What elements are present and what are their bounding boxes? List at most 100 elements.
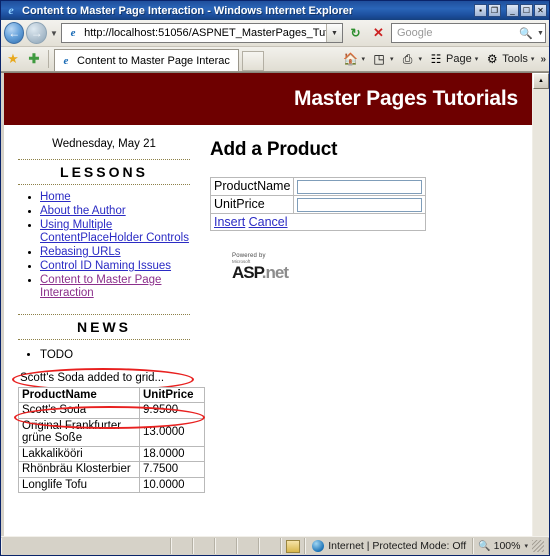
zoom-control[interactable]: 🔍 100% ▾ [473,538,549,554]
tab-favicon-icon: e [63,54,69,67]
window-controls: ▪ ❐ _ ☐ ✕ [474,4,547,17]
cell-product-name: Scott's Soda [18,402,140,419]
lessons-heading: LESSONS [18,159,190,185]
current-date: Wednesday, May 21 [52,138,156,150]
home-button[interactable]: 🏠 ▾ [340,49,368,69]
page-viewport: Master Pages Tutorials Wednesday, May 21… [1,72,549,536]
status-pane-1 [171,538,194,554]
printer-icon: ⎙ [402,51,413,66]
table-row: Original Frankfurter grüne Soße 13.0000 [18,417,205,447]
lesson-link-about-the-author[interactable]: About the Author [40,205,126,217]
list-item: Content to Master Page Interaction [40,274,190,300]
page-caret-icon[interactable]: ▾ [474,55,480,63]
form-commands-cell: Insert Cancel [209,212,427,231]
browser-window: e Content to Master Page Interaction - W… [0,0,550,556]
favorites-star-icon[interactable]: ★ [4,51,22,67]
lesson-link-rebasing-urls[interactable]: Rebasing URLs [40,246,121,258]
page-icon: ☷ [430,52,442,66]
cell-unit-price: 7.7500 [139,461,205,478]
close-button[interactable]: ✕ [534,4,547,17]
status-bar: Internet | Protected Mode: Off 🔍 100% ▾ [1,536,549,555]
lesson-link-home[interactable]: Home [40,191,71,203]
insert-product-form: ProductName UnitPrice Insert Cancel [209,177,427,231]
grid-alert-message: Scott's Soda added to grid... [12,368,194,391]
lesson-link-using-multiple-contentplaceholder-controls[interactable]: Using Multiple ContentPlaceHolder Contro… [40,219,189,244]
page-menu-label: Page [446,53,472,65]
field-cell-unitprice [293,194,427,214]
list-item: Home [40,191,190,204]
add-favorite-icon[interactable]: ✚ [25,51,43,67]
scrollbar-track[interactable] [533,89,549,536]
lessons-list: Home About the Author Using Multiple Con… [18,191,190,300]
lesson-link-control-id-naming-issues[interactable]: Control ID Naming Issues [40,260,171,272]
address-dropdown-icon[interactable]: ▼ [325,24,342,42]
address-input[interactable]: e http://localhost:51056/ASPNET_MasterPa… [61,23,343,43]
productname-input[interactable] [297,179,423,194]
cell-unit-price: 10.0000 [139,476,205,493]
insert-link[interactable]: Insert [214,215,245,229]
cancel-link[interactable]: Cancel [249,215,288,229]
ie-logo-icon: e [8,3,14,17]
cell-unit-price: 9.9500 [139,402,205,419]
search-dropdown-icon[interactable]: ▼ [536,30,545,37]
table-row: Rhönbräu Klosterbier 7.7500 [18,461,205,478]
minimize-button[interactable]: _ [506,4,519,17]
status-pane-2 [193,538,216,554]
refresh-icon: ↻ [350,26,361,40]
label-productname: ProductName [209,177,295,196]
table-row: Lakkalikööri 18.0000 [18,445,205,462]
site-banner: Master Pages Tutorials [4,73,532,125]
refresh-button[interactable]: ↻ [345,23,366,44]
feeds-caret-icon[interactable]: ▾ [389,55,395,63]
home-caret-icon[interactable]: ▾ [360,55,366,63]
title-bar: e Content to Master Page Interaction - W… [1,1,549,20]
lesson-link-content-to-master-page-interaction[interactable]: Content to Master Page Interaction [40,274,161,299]
status-pane-5 [259,538,282,554]
security-zone-label: Internet | Protected Mode: Off [328,540,467,552]
list-item: About the Author [40,205,190,218]
stop-icon: ✕ [373,25,384,40]
main-content: Add a Product ProductName UnitPrice Inse… [200,125,532,281]
vertical-scrollbar[interactable]: ▲ [532,73,549,536]
cell-product-name: Lakkalikööri [18,445,140,462]
zoom-caret-icon[interactable]: ▾ [523,542,529,550]
restore-window-button[interactable]: ❐ [488,4,501,17]
maximize-button[interactable]: ☐ [520,4,533,17]
product-grid: ProductName UnitPrice Scott's Soda 9.950… [18,387,205,493]
page-menu-button[interactable]: ☷ Page ▾ [426,49,481,69]
tools-menu-button[interactable]: ⚙ Tools ▾ [482,49,537,69]
aspnet-net-text: .net [261,262,289,282]
list-item: Rebasing URLs [40,246,190,259]
print-caret-icon[interactable]: ▾ [418,55,424,63]
zoom-level-label: 100% [493,540,521,552]
forward-button[interactable]: → [26,22,47,44]
stop-button[interactable]: ✕ [368,23,389,44]
unitprice-input[interactable] [297,197,423,212]
table-row: Scott's Soda 9.9500 [18,402,205,419]
restore-group-button[interactable]: ▪ [474,4,487,17]
scroll-up-button[interactable]: ▲ [533,73,549,89]
tools-menu-label: Tools [502,53,528,65]
cell-unit-price: 18.0000 [139,445,205,462]
web-page: Master Pages Tutorials Wednesday, May 21… [1,73,532,536]
search-icon[interactable]: 🔍 [516,27,536,40]
column-header-unitprice: UnitPrice [139,387,205,403]
column-header-productname: ProductName [18,387,140,403]
status-pane-4 [237,538,260,554]
security-zone[interactable]: Internet | Protected Mode: Off [305,538,474,554]
history-dropdown-icon[interactable]: ▼ [49,29,59,38]
command-overflow-icon[interactable]: » [538,54,546,65]
news-section: NEWS TODO [18,314,190,362]
sidebar: Wednesday, May 21 LESSONS Home About the… [4,125,205,493]
back-button[interactable]: ← [4,22,25,44]
product-grid-wrapper: ProductName UnitPrice Scott's Soda 9.950… [14,387,205,493]
tools-caret-icon[interactable]: ▾ [530,55,536,63]
new-tab-button[interactable] [242,50,264,71]
feeds-button[interactable]: ◳ ▾ [369,49,397,69]
resize-grip[interactable] [532,540,544,552]
tab-label: Content to Master Page Interaction [77,54,230,67]
list-item: TODO [40,348,190,362]
print-button[interactable]: ⎙ ▾ [398,49,426,69]
search-input[interactable]: Google 🔍 ▼ [390,23,546,43]
browser-tab[interactable]: e Content to Master Page Interaction [54,49,239,71]
